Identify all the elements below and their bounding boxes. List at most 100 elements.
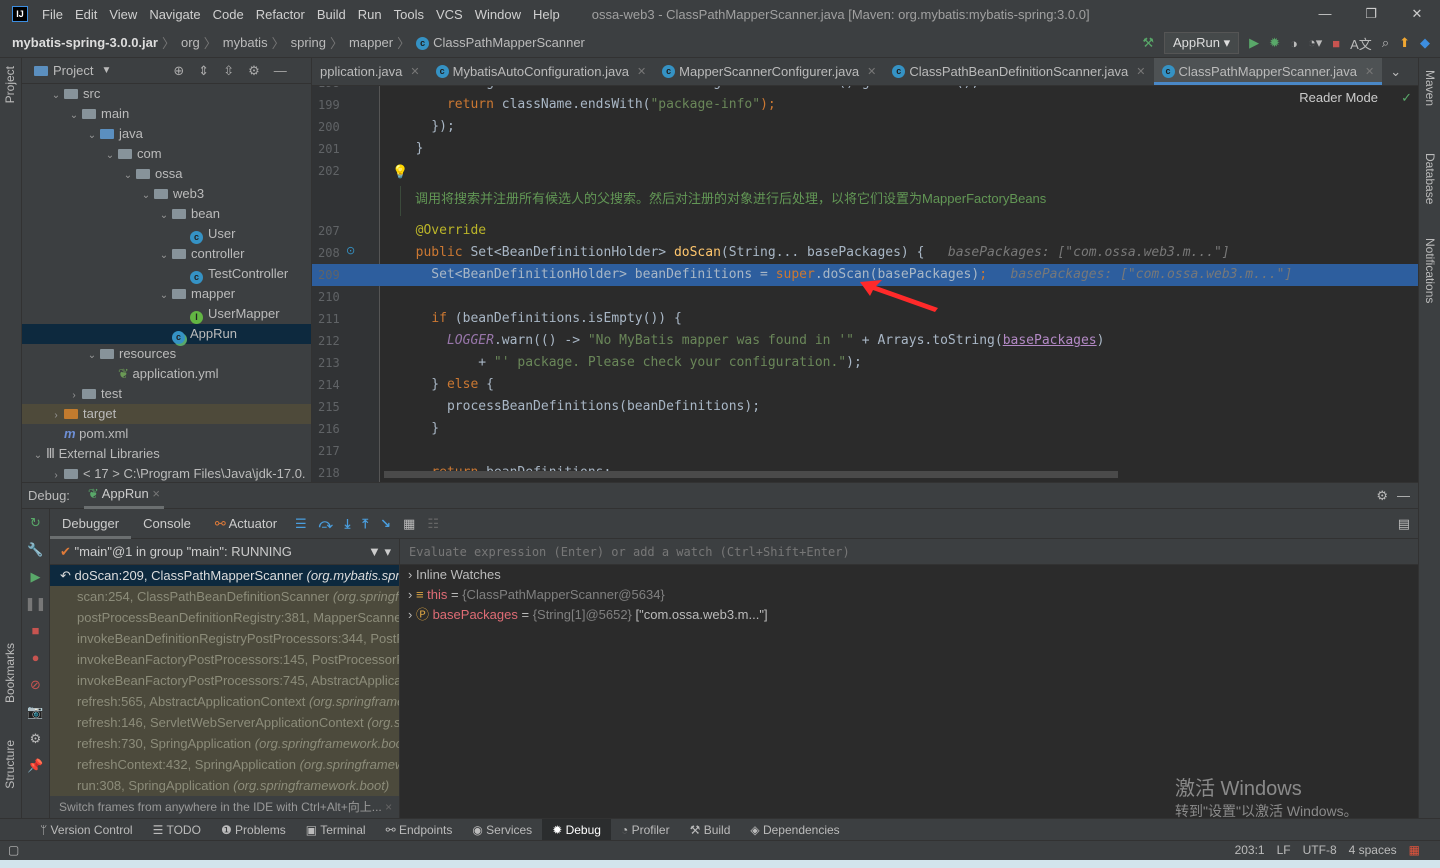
variable-row[interactable]: › ≡ this = {ClassPathMapperScanner@5634}	[400, 585, 1418, 605]
breadcrumb-item[interactable]: mybatis	[223, 35, 268, 50]
tree-item[interactable]: I UserMapper	[22, 304, 311, 324]
coverage-icon[interactable]: ◑	[1290, 36, 1298, 51]
tab-classpathbeandefinitionscanner[interactable]: c ClassPathBeanDefinitionScanner.java ✕	[884, 58, 1153, 85]
tree-item[interactable]: › test	[22, 384, 311, 404]
close-icon[interactable]: ✕	[637, 65, 646, 78]
step-into-icon[interactable]: ⤓	[345, 516, 351, 532]
menu-tools[interactable]: Tools	[394, 7, 424, 22]
lightbulb-icon[interactable]: 💡	[392, 164, 408, 180]
tool-tab-version-control[interactable]: ᛘ Version Control	[30, 819, 143, 841]
stack-frame[interactable]: scan:254, ClassPathBeanDefinitionScanner…	[50, 586, 399, 607]
database-tool-tab[interactable]: Database	[1423, 153, 1437, 204]
close-icon[interactable]: ✕	[410, 65, 419, 78]
menu-refactor[interactable]: Refactor	[256, 7, 305, 22]
chevron-right-icon[interactable]: ›	[66, 386, 82, 406]
tool-tab-profiler[interactable]: ◔ Profiler	[611, 819, 680, 841]
step-over-icon[interactable]: ⤼	[319, 516, 333, 532]
chevron-down-icon[interactable]: ⌄	[30, 446, 46, 466]
close-icon[interactable]: ✕	[1365, 65, 1374, 78]
tab-mybatisautoconfiguration[interactable]: c MybatisAutoConfiguration.java ✕	[428, 58, 655, 85]
collapse-all-icon[interactable]: ⇳	[223, 63, 234, 79]
debug-session-tab[interactable]: ❦ AppRun ×	[83, 482, 164, 509]
inspection-ok-icon[interactable]: ✓	[1401, 90, 1412, 106]
layout-toggle-icon[interactable]: ▢	[8, 843, 19, 857]
tree-item[interactable]: ⌄ mapper	[22, 284, 311, 304]
breadcrumb-item[interactable]: mapper	[349, 35, 393, 50]
file-encoding[interactable]: UTF-8	[1303, 843, 1337, 857]
build-hammer-icon[interactable]: ⚒	[1142, 35, 1154, 51]
menu-view[interactable]: View	[109, 7, 137, 22]
menu-file[interactable]: File	[42, 7, 63, 22]
caret-position[interactable]: 203:1	[1235, 843, 1265, 857]
chevron-down-icon[interactable]: ⌄	[84, 126, 100, 146]
variable-row[interactable]: › Inline Watches	[400, 565, 1418, 585]
tab-debugger[interactable]: Debugger	[50, 509, 132, 539]
tree-item[interactable]: ⌄ controller	[22, 244, 311, 264]
menu-navigate[interactable]: Navigate	[149, 7, 200, 22]
chevron-down-icon[interactable]: ⌄	[156, 206, 172, 226]
menu-edit[interactable]: Edit	[75, 7, 97, 22]
tree-item[interactable]: › < 17 > C:\Program Files\Java\jdk-17.0.	[22, 464, 311, 484]
tab-actuator[interactable]: ⚯ Actuator	[203, 509, 289, 539]
chevron-down-icon[interactable]: ⌄	[66, 106, 82, 126]
stack-frame[interactable]: refresh:730, SpringApplication (org.spri…	[50, 733, 399, 754]
settings-icon[interactable]: ⚙	[22, 725, 49, 752]
layout-settings-icon[interactable]: ▤	[1398, 516, 1410, 532]
stack-frame[interactable]: refreshContext:432, SpringApplication (o…	[50, 754, 399, 775]
override-marker-icon[interactable]: ⊙	[346, 244, 355, 257]
chevron-down-icon[interactable]: ⌄	[48, 86, 64, 106]
mute-breakpoints-icon[interactable]: ⊘	[22, 671, 49, 698]
stack-frame[interactable]: invokeBeanFactoryPostProcessors:745, Abs…	[50, 670, 399, 691]
tool-tab-endpoints[interactable]: ⚯ Endpoints	[376, 819, 463, 841]
notifications-tool-tab[interactable]: Notifications	[1423, 238, 1437, 303]
camera-icon[interactable]: 📷	[22, 698, 49, 725]
run-config-select[interactable]: AppRun ▾	[1164, 32, 1240, 54]
tab-console[interactable]: Console	[131, 509, 203, 539]
chevron-down-icon[interactable]: ⌄	[102, 146, 118, 166]
indent-setting[interactable]: 4 spaces	[1349, 843, 1397, 857]
debug-icon[interactable]: ✹	[1269, 35, 1280, 51]
variable-row[interactable]: › Ⓟ basePackages = {String[1]@5652} ["co…	[400, 605, 1418, 625]
jetbrains-icon[interactable]: ◆	[1420, 35, 1430, 51]
restore-window-icon[interactable]: ❐	[1348, 0, 1394, 28]
gear-icon[interactable]: ⚙	[248, 63, 260, 79]
tree-item[interactable]: ⌄ ossa	[22, 164, 311, 184]
tree-item[interactable]: ⌄ com	[22, 144, 311, 164]
tree-item[interactable]: m pom.xml	[22, 424, 311, 444]
menu-code[interactable]: Code	[213, 7, 244, 22]
tree-item[interactable]: ⌄ Ⅲ External Libraries	[22, 444, 311, 464]
chevron-right-icon[interactable]: ›	[408, 607, 416, 622]
run-to-cursor-icon[interactable]: ↘	[380, 516, 391, 532]
maven-tool-tab[interactable]: Maven	[1423, 70, 1437, 106]
project-title[interactable]: Project	[53, 63, 93, 78]
tree-item[interactable]: ❦ application.yml	[22, 364, 311, 384]
stack-frame[interactable]: refresh:146, ServletWebServerApplication…	[50, 712, 399, 733]
tree-item[interactable]: ⌄ resources	[22, 344, 311, 364]
layout-menu-icon[interactable]: ☰	[295, 516, 307, 532]
chevron-right-icon[interactable]: ›	[408, 567, 416, 582]
tree-item[interactable]: ⌄ bean	[22, 204, 311, 224]
stack-frame[interactable]: invokeBeanDefinitionRegistryPostProcesso…	[50, 628, 399, 649]
tool-tab-todo[interactable]: ☰ TODO	[143, 819, 211, 841]
run-icon[interactable]: ▶	[1249, 35, 1259, 51]
chevron-down-icon[interactable]: ⌄	[156, 286, 172, 306]
menu-build[interactable]: Build	[317, 7, 346, 22]
breadcrumb-item[interactable]: c ClassPathMapperScanner	[416, 35, 585, 51]
step-out-icon[interactable]: ⤒	[362, 516, 368, 532]
tool-tab-debug[interactable]: ✹ Debug	[542, 818, 611, 841]
tab-pplication[interactable]: pplication.java ✕	[312, 58, 428, 85]
tool-tab-services[interactable]: ◉ Services	[462, 819, 542, 841]
chevron-down-icon[interactable]: ▼	[101, 65, 111, 76]
pin-icon[interactable]: 📌	[22, 752, 49, 779]
tree-item[interactable]: c User	[22, 224, 311, 244]
tree-item[interactable]: ⌄ src	[22, 84, 311, 104]
tree-item[interactable]: ⌄ java	[22, 124, 311, 144]
tool-tab-dependencies[interactable]: ◈ Dependencies	[740, 819, 849, 841]
evaluate-icon[interactable]: ▦	[403, 516, 415, 532]
tree-item[interactable]: › target	[22, 404, 311, 424]
close-icon[interactable]: ✕	[1136, 65, 1145, 78]
tool-tab-problems[interactable]: ❶ Problems	[211, 819, 296, 841]
chevron-down-icon[interactable]: ⌄	[84, 346, 100, 366]
stack-frame[interactable]: run:308, SpringApplication (org.springfr…	[50, 775, 399, 796]
tool-tab-terminal[interactable]: ▣ Terminal	[296, 819, 376, 841]
